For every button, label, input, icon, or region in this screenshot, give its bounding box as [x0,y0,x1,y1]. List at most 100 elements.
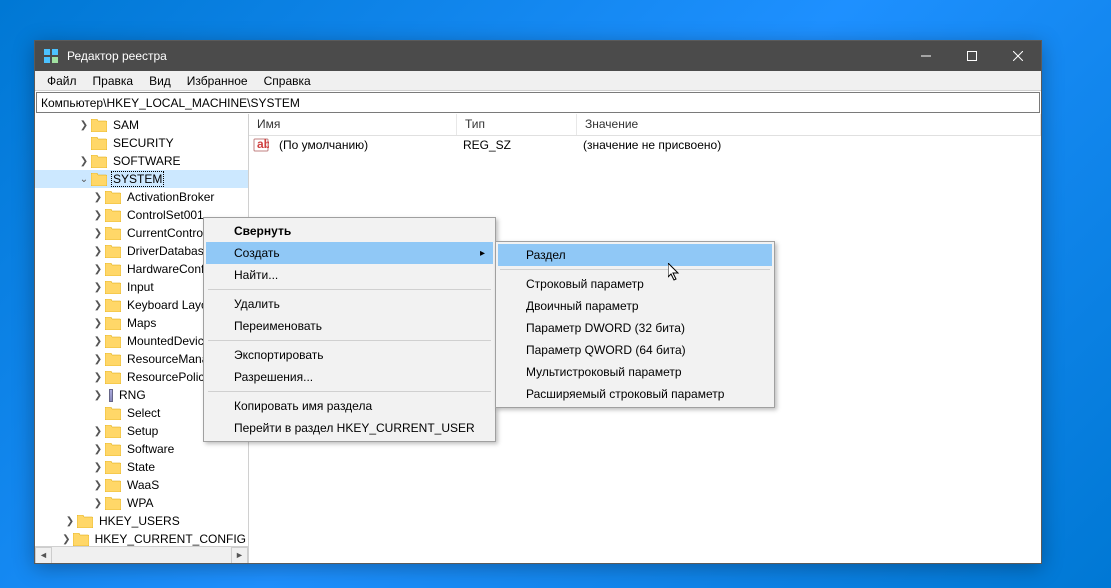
submenu-arrow-icon: ▸ [480,248,485,259]
tree-toggle-icon[interactable]: ❯ [91,444,105,455]
tree-toggle-icon[interactable]: ❯ [91,390,105,401]
tree-label: ActivationBroker [125,190,216,204]
tree-row[interactable]: ❯ ActivationBroker [35,188,248,206]
folder-icon [105,191,121,204]
scroll-right-button[interactable]: ► [231,547,248,564]
col-name[interactable]: Имя [249,114,457,135]
reg-sz-icon: ab [253,137,269,153]
folder-icon [105,209,121,222]
context-menu[interactable]: СвернутьСоздать▸Найти... УдалитьПереимено… [203,217,496,442]
menu-separator [500,269,770,270]
tree-label: DriverDatabase [125,244,212,258]
folder-icon [91,173,107,186]
menu-view[interactable]: Вид [141,72,179,90]
tree-toggle-icon[interactable]: ❯ [91,498,105,509]
tree-toggle-icon[interactable]: ❯ [60,534,73,545]
tree-toggle-icon[interactable]: ❯ [91,282,105,293]
col-type[interactable]: Тип [457,114,577,135]
tree-row[interactable]: ❯State [35,458,248,476]
folder-icon [105,407,121,420]
menu-item[interactable]: Параметр QWORD (64 бита) [498,339,772,361]
folder-icon [105,443,121,456]
tree-label: SECURITY [111,136,176,150]
maximize-button[interactable] [949,41,995,71]
folder-icon [105,281,121,294]
menu-item[interactable]: Параметр DWORD (32 бита) [498,317,772,339]
address-bar[interactable]: Компьютер\HKEY_LOCAL_MACHINE\SYSTEM [36,92,1040,113]
menu-separator [208,391,491,392]
menu-item[interactable]: Создать▸ [206,242,493,264]
scroll-left-button[interactable]: ◄ [35,547,52,564]
context-submenu[interactable]: Раздел Строковый параметрДвоичный парамет… [495,241,775,408]
tree-row[interactable]: ❯HKEY_USERS [35,512,248,530]
close-button[interactable] [995,41,1041,71]
menu-file[interactable]: Файл [39,72,85,90]
tree-toggle-icon[interactable]: ❯ [91,264,105,275]
tree-toggle-icon[interactable]: ⌄ [77,174,91,185]
tree-toggle-icon[interactable]: ❯ [91,192,105,203]
tree-row[interactable]: ❯Software [35,440,248,458]
folder-icon [105,497,121,510]
folder-icon [91,155,107,168]
tree-toggle-icon[interactable]: ❯ [91,210,105,221]
menu-item[interactable]: Двоичный параметр [498,295,772,317]
tree-toggle-icon[interactable]: ❯ [91,462,105,473]
menu-favorites[interactable]: Избранное [179,72,256,90]
tree-toggle-icon[interactable]: ❯ [91,426,105,437]
menu-help[interactable]: Справка [256,72,319,90]
tree-hscrollbar[interactable]: ◄ ► [35,546,248,563]
menu-item[interactable]: Копировать имя раздела [206,395,493,417]
scroll-track[interactable] [52,547,231,564]
folder-icon [73,533,89,546]
address-text: Компьютер\HKEY_LOCAL_MACHINE\SYSTEM [41,96,300,110]
tree-row[interactable]: ❯SOFTWARE [35,152,248,170]
list-row[interactable]: ab (По умолчанию) REG_SZ (значение не пр… [249,136,1041,154]
tree-label: SAM [111,118,141,132]
menu-separator [208,289,491,290]
tree-row[interactable]: ⌄ SYSTEM [35,170,248,188]
tree-row[interactable]: ❯WaaS [35,476,248,494]
svg-text:ab: ab [257,137,269,151]
tree-toggle-icon[interactable]: ❯ [63,516,77,527]
menu-item[interactable]: Перейти в раздел HKEY_CURRENT_USER [206,417,493,439]
value-type: REG_SZ [457,138,577,152]
menu-item[interactable]: Удалить [206,293,493,315]
tree-toggle-icon[interactable]: ❯ [77,156,91,167]
tree-toggle-icon[interactable]: ❯ [91,372,105,383]
menu-item[interactable]: Свернуть [206,220,493,242]
menu-item[interactable]: Переименовать [206,315,493,337]
menu-item[interactable]: Экспортировать [206,344,493,366]
tree-row[interactable]: SECURITY [35,134,248,152]
minimize-button[interactable] [903,41,949,71]
tree-label: Maps [125,316,158,330]
folder-icon [105,425,121,438]
tree-toggle-icon[interactable]: ❯ [91,228,105,239]
menu-item[interactable]: Строковый параметр [498,273,772,295]
titlebar[interactable]: Редактор реестра [35,41,1041,71]
tree-toggle-icon[interactable]: ❯ [91,480,105,491]
col-value[interactable]: Значение [577,114,1041,135]
tree-label: SYSTEM [111,171,164,187]
menu-item[interactable]: Раздел [498,244,772,266]
tree-row[interactable]: ❯WPA [35,494,248,512]
menu-edit[interactable]: Правка [85,72,142,90]
tree-toggle-icon[interactable]: ❯ [91,246,105,257]
menu-item[interactable]: Расширяемый строковый параметр [498,383,772,405]
tree-toggle-icon[interactable]: ❯ [77,120,91,131]
menu-item[interactable]: Найти... [206,264,493,286]
folder-icon [105,245,121,258]
tree-label: RNG [117,388,148,402]
tree-toggle-icon[interactable]: ❯ [91,336,105,347]
tree-toggle-icon[interactable]: ❯ [91,300,105,311]
app-icon [43,48,59,64]
tree-row[interactable]: ❯ SAM [35,116,248,134]
tree-toggle-icon[interactable]: ❯ [91,354,105,365]
value-name: (По умолчанию) [273,138,457,152]
folder-icon [105,227,121,240]
tree-toggle-icon[interactable]: ❯ [91,318,105,329]
folder-icon [105,299,121,312]
menu-item[interactable]: Разрешения... [206,366,493,388]
menu-item[interactable]: Мультистроковый параметр [498,361,772,383]
bar-icon [109,389,113,402]
tree-label: Select [125,406,162,420]
